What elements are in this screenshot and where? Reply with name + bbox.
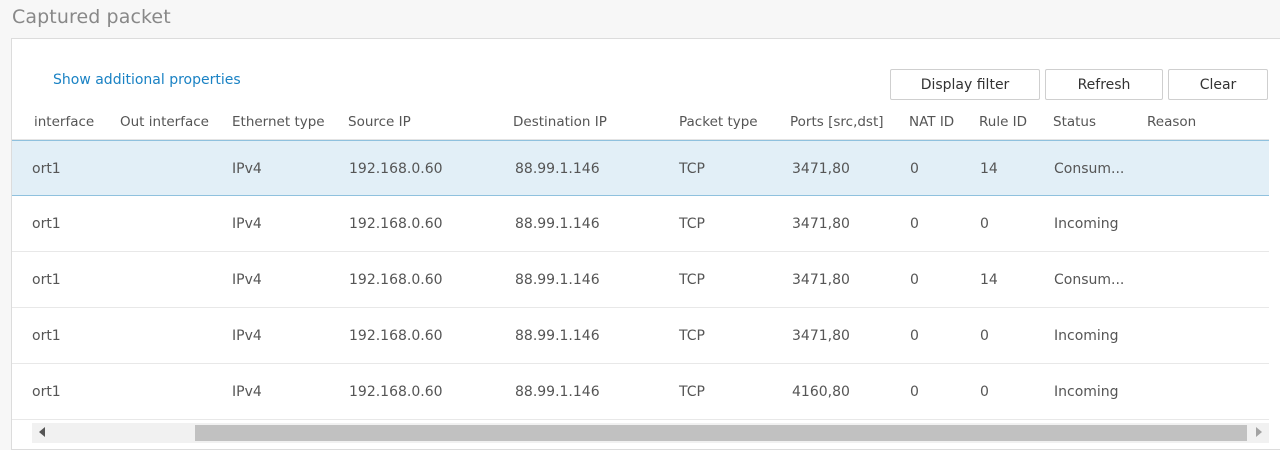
cell-nat-id: 0 [910,272,919,288]
cell-destination-ip: 88.99.1.146 [515,216,600,232]
clear-button[interactable]: Clear [1168,69,1268,100]
cell-status: Incoming [1054,216,1119,232]
cell-in-interface: ort1 [32,328,61,344]
captured-packet-panel: Show additional properties Display filte… [11,38,1280,450]
table-row[interactable]: ort1 IPv4 192.168.0.60 88.99.1.146 TCP 3… [12,252,1269,308]
cell-source-ip: 192.168.0.60 [349,272,443,288]
cell-ethernet-type: IPv4 [232,272,262,288]
cell-ports: 4160,80 [792,384,850,400]
cell-in-interface: ort1 [32,384,61,400]
cell-packet-type: TCP [679,328,705,344]
cell-destination-ip: 88.99.1.146 [515,272,600,288]
cell-nat-id: 0 [910,161,919,177]
col-header-packet-type[interactable]: Packet type [679,114,758,130]
cell-rule-id: 14 [980,161,998,177]
cell-rule-id: 0 [980,328,989,344]
cell-source-ip: 192.168.0.60 [349,328,443,344]
scroll-right-icon[interactable] [1256,427,1262,437]
table-row[interactable]: ort1 IPv4 192.168.0.60 88.99.1.146 TCP 4… [12,364,1269,420]
cell-nat-id: 0 [910,216,919,232]
display-filter-button[interactable]: Display filter [890,69,1040,100]
cell-source-ip: 192.168.0.60 [349,384,443,400]
col-header-ports[interactable]: Ports [src,dst] [790,114,884,130]
cell-in-interface: ort1 [32,272,61,288]
cell-ethernet-type: IPv4 [232,161,262,177]
table-row[interactable]: ort1 IPv4 192.168.0.60 88.99.1.146 TCP 3… [12,308,1269,364]
col-header-ethernet-type[interactable]: Ethernet type [232,114,325,130]
col-header-nat-id[interactable]: NAT ID [909,114,954,130]
cell-rule-id: 0 [980,384,989,400]
cell-ethernet-type: IPv4 [232,216,262,232]
cell-destination-ip: 88.99.1.146 [515,328,600,344]
cell-destination-ip: 88.99.1.146 [515,384,600,400]
cell-in-interface: ort1 [32,216,61,232]
cell-ports: 3471,80 [792,328,850,344]
col-header-reason[interactable]: Reason [1147,114,1196,130]
col-header-source-ip[interactable]: Source IP [348,114,411,130]
cell-packet-type: TCP [679,216,705,232]
table-row[interactable]: ort1 IPv4 192.168.0.60 88.99.1.146 TCP 3… [12,140,1269,196]
cell-in-interface: ort1 [32,161,61,177]
scrollbar-thumb[interactable] [195,425,1247,441]
col-header-interface[interactable]: interface [34,114,94,130]
cell-nat-id: 0 [910,328,919,344]
cell-destination-ip: 88.99.1.146 [515,161,600,177]
col-header-rule-id[interactable]: Rule ID [979,114,1027,130]
cell-status: Consum... [1054,272,1125,288]
cell-nat-id: 0 [910,384,919,400]
cell-ports: 3471,80 [792,272,850,288]
cell-rule-id: 14 [980,272,998,288]
page-title: Captured packet [12,6,171,28]
table-row[interactable]: ort1 IPv4 192.168.0.60 88.99.1.146 TCP 3… [12,196,1269,252]
cell-ethernet-type: IPv4 [232,384,262,400]
cell-packet-type: TCP [679,272,705,288]
horizontal-scrollbar[interactable] [32,423,1269,443]
cell-rule-id: 0 [980,216,989,232]
cell-source-ip: 192.168.0.60 [349,161,443,177]
col-header-destination-ip[interactable]: Destination IP [513,114,607,130]
packet-table: interface Out interface Ethernet type So… [12,105,1269,420]
cell-ethernet-type: IPv4 [232,328,262,344]
cell-source-ip: 192.168.0.60 [349,216,443,232]
cell-ports: 3471,80 [792,161,850,177]
cell-ports: 3471,80 [792,216,850,232]
cell-packet-type: TCP [679,384,705,400]
show-additional-properties-link[interactable]: Show additional properties [53,72,241,88]
col-header-out-interface[interactable]: Out interface [120,114,209,130]
cell-status: Consum... [1054,161,1125,177]
refresh-button[interactable]: Refresh [1045,69,1163,100]
scroll-left-icon[interactable] [39,427,45,437]
cell-status: Incoming [1054,328,1119,344]
col-header-status[interactable]: Status [1053,114,1096,130]
cell-status: Incoming [1054,384,1119,400]
cell-packet-type: TCP [679,161,705,177]
table-header: interface Out interface Ethernet type So… [12,105,1269,140]
